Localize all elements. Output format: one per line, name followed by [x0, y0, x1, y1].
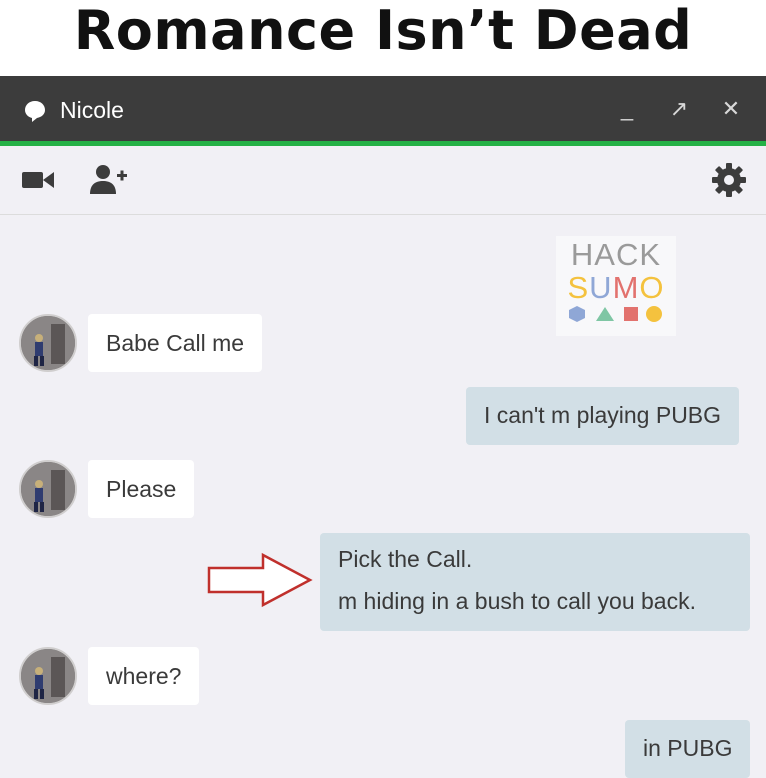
chat-titlebar[interactable]: Nicole _ ↗ ✕	[0, 76, 766, 146]
video-call-icon[interactable]	[22, 170, 54, 190]
red-arrow-annotation	[207, 552, 313, 608]
incoming-message: Babe Call me	[88, 314, 263, 372]
watermark-letter: M	[612, 270, 640, 305]
incoming-message: Please	[88, 460, 195, 518]
gear-icon[interactable]	[712, 163, 746, 197]
outgoing-message: Pick the Call. m hiding in a bush to cal…	[320, 533, 750, 631]
chat-window: Nicole _ ↗ ✕ HACK SUMO Babe Call me I ca…	[0, 76, 766, 778]
watermark-line1: HACK	[570, 237, 662, 272]
watermark-letter: S	[567, 270, 590, 305]
message-line: Pick the Call.	[338, 546, 473, 572]
outgoing-message: I can't m playing PUBG	[466, 387, 740, 445]
chat-bubble-icon	[25, 101, 45, 122]
outgoing-message: in PUBG	[625, 720, 751, 778]
contact-avatar[interactable]	[19, 647, 77, 705]
meme-title: Romance Isn’t Dead	[73, 0, 693, 62]
watermark-letter: O	[639, 270, 665, 305]
watermark-shapes-icon	[569, 306, 662, 322]
chat-toolbar	[0, 146, 766, 215]
contact-avatar[interactable]	[19, 460, 77, 518]
incoming-message: where?	[88, 647, 200, 705]
close-button[interactable]: ✕	[716, 94, 746, 124]
popout-button[interactable]: ↗	[664, 94, 694, 124]
add-person-icon[interactable]	[90, 164, 128, 194]
watermark-letter: U	[589, 270, 613, 305]
contact-name[interactable]: Nicole	[60, 96, 124, 124]
hack-sumo-watermark: HACK SUMO	[556, 236, 676, 336]
watermark-line2: SUMO	[556, 272, 676, 304]
message-line: m hiding in a bush to call you back.	[338, 588, 696, 614]
minimize-button[interactable]: _	[612, 94, 642, 124]
contact-avatar[interactable]	[19, 314, 77, 372]
